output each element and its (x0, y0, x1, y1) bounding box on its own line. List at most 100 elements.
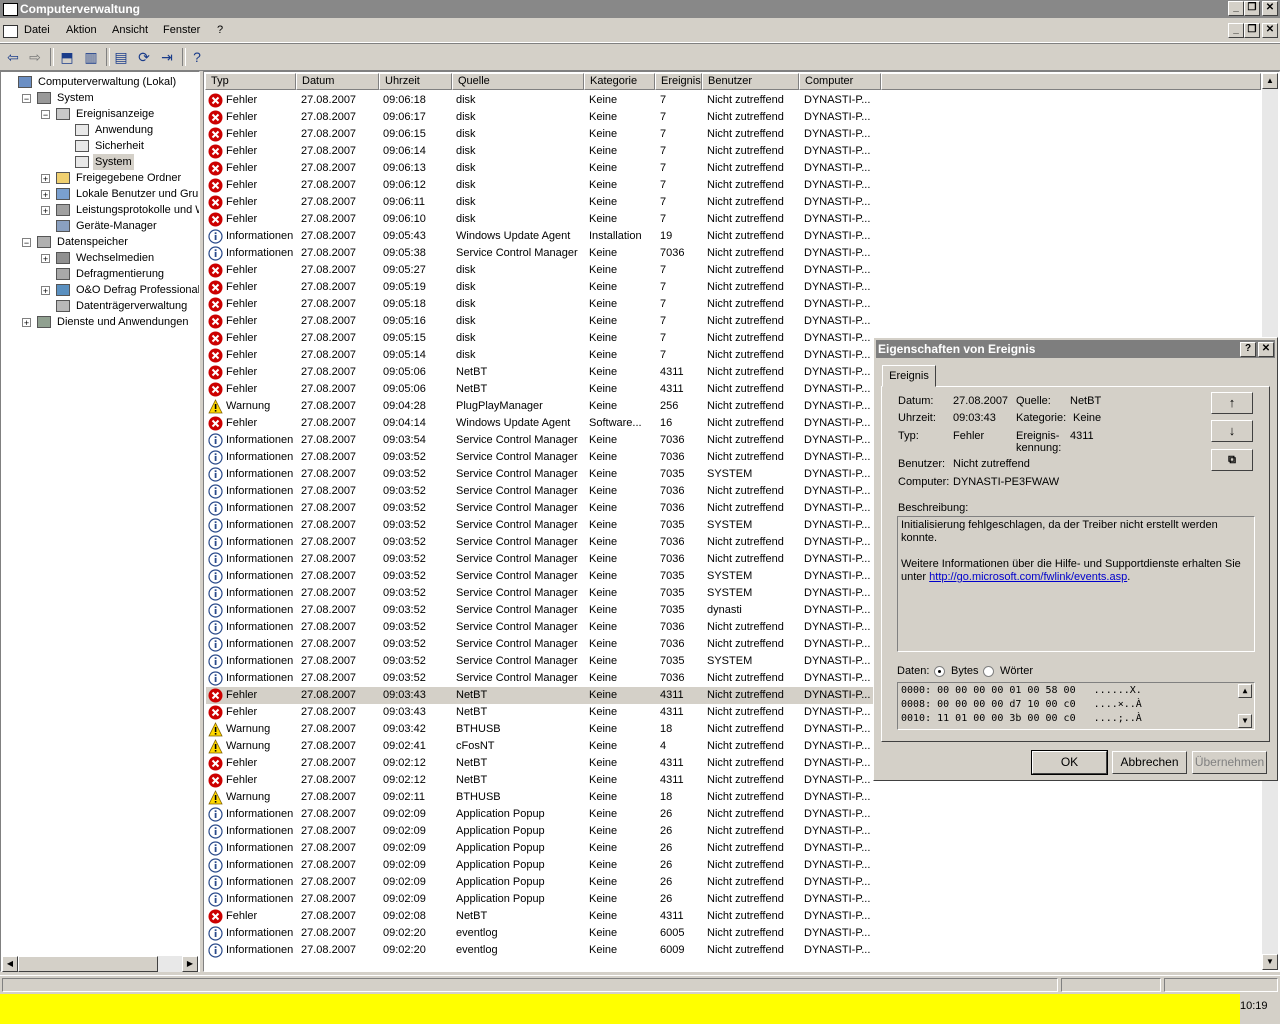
event-row[interactable]: Informationen 27.08.2007 09:02:09 Applicati… (206, 874, 1076, 891)
expand-icon[interactable]: + (41, 206, 50, 216)
column-header-computer[interactable]: Computer (799, 73, 881, 90)
event-row[interactable]: Fehler 27.08.2007 09:06:18 disk Keine 7 Nicht … (206, 92, 1076, 109)
event-row[interactable]: Warnung 27.08.2007 09:02:11 BTHUSB Keine 18 Ni… (206, 789, 1076, 806)
woerter-radio[interactable] (983, 666, 994, 677)
restore-button[interactable]: ❐ (1244, 1, 1260, 16)
tree-item[interactable]: + Lokale Benutzer und Gruppen (1, 186, 199, 202)
minimize-button[interactable]: _ (1228, 1, 1244, 16)
show-hide-tree-icon[interactable]: ▥ (82, 48, 100, 66)
tree-item[interactable]: − Ereignisanzeige (1, 106, 199, 122)
event-row[interactable]: Informationen 27.08.2007 09:02:09 Applicati… (206, 891, 1076, 908)
expand-icon[interactable]: + (22, 318, 31, 328)
expand-icon[interactable]: + (41, 286, 50, 296)
tree-item[interactable]: + Dienste und Anwendungen (1, 314, 199, 330)
tree-item[interactable]: System (1, 154, 199, 170)
event-row[interactable]: Fehler 27.08.2007 09:05:27 disk Keine 7 Nicht … (206, 262, 1076, 279)
child-restore-button[interactable]: ❐ (1244, 23, 1260, 38)
collapse-icon[interactable]: − (22, 94, 31, 104)
tree-item[interactable]: Geräte-Manager (1, 218, 199, 234)
column-header-benutzer[interactable]: Benutzer (702, 73, 799, 90)
tree-item[interactable]: + Freigegebene Ordner (1, 170, 199, 186)
event-row[interactable]: Fehler 27.08.2007 09:02:08 NetBT Keine 4311 Ni… (206, 908, 1076, 925)
event-row[interactable]: Fehler 27.08.2007 09:06:15 disk Keine 7 Nicht … (206, 126, 1076, 143)
event-user: Nicht zutreffend (707, 485, 784, 497)
tree-item[interactable]: Computerverwaltung (Lokal) (1, 74, 199, 90)
menu-help[interactable]: ? (217, 24, 223, 36)
collapse-icon[interactable]: − (41, 110, 50, 120)
scroll-thumb[interactable] (18, 956, 158, 972)
scroll-down-icon[interactable]: ▼ (1262, 954, 1278, 970)
data-scroll-down-icon[interactable]: ▼ (1238, 714, 1252, 728)
forward-icon[interactable]: ⇨ (26, 48, 44, 66)
tree-item[interactable]: − System (1, 90, 199, 106)
child-minimize-button[interactable]: _ (1228, 23, 1244, 38)
cancel-button[interactable]: Abbrechen (1112, 751, 1187, 774)
up-folder-icon[interactable]: ⬒ (58, 48, 76, 66)
event-row[interactable]: Fehler 27.08.2007 09:06:14 disk Keine 7 Nicht … (206, 143, 1076, 160)
column-header-typ[interactable]: Typ (205, 73, 296, 90)
event-row[interactable]: Fehler 27.08.2007 09:06:10 disk Keine 7 Nicht … (206, 211, 1076, 228)
event-row[interactable]: Fehler 27.08.2007 09:05:18 disk Keine 7 Nicht … (206, 296, 1076, 313)
event-row[interactable]: Informationen 27.08.2007 09:02:09 Applicati… (206, 823, 1076, 840)
column-header-datum[interactable]: Datum (296, 73, 379, 90)
dialog-help-button[interactable]: ? (1240, 342, 1256, 357)
tree-item[interactable]: Defragmentierung (1, 266, 199, 282)
previous-event-button[interactable]: ↑ (1211, 392, 1253, 414)
event-row[interactable]: Informationen 27.08.2007 09:05:43 Windows U… (206, 228, 1076, 245)
next-event-button[interactable]: ↓ (1211, 420, 1253, 442)
back-icon[interactable]: ⇦ (4, 48, 22, 66)
menu-fenster[interactable]: Fenster (163, 24, 200, 36)
description-link[interactable]: http://go.microsoft.com/fwlink/events.as… (929, 571, 1127, 583)
collapse-icon[interactable]: − (22, 238, 31, 248)
tree-item[interactable]: Sicherheit (1, 138, 199, 154)
expand-icon[interactable]: + (41, 254, 50, 264)
scroll-up-icon[interactable]: ▲ (1262, 73, 1278, 89)
refresh-icon[interactable]: ⟳ (135, 48, 153, 66)
expand-icon[interactable]: + (41, 174, 50, 184)
tree-item[interactable]: − Datenspeicher (1, 234, 199, 250)
help-icon[interactable]: ? (188, 48, 206, 66)
event-row[interactable]: Fehler 27.08.2007 09:05:16 disk Keine 7 Nicht … (206, 313, 1076, 330)
event-row[interactable]: Informationen 27.08.2007 09:02:09 Applicati… (206, 857, 1076, 874)
tab-ereignis[interactable]: Ereignis (882, 365, 936, 387)
event-user: Nicht zutreffend (707, 145, 784, 157)
properties-icon[interactable]: ▤ (112, 48, 130, 66)
event-row[interactable]: Fehler 27.08.2007 09:06:17 disk Keine 7 Nicht … (206, 109, 1076, 126)
scroll-left-icon[interactable]: ◀ (2, 956, 18, 972)
expand-icon[interactable]: + (41, 190, 50, 200)
tree-item[interactable]: Anwendung (1, 122, 199, 138)
copy-event-button[interactable]: ⧉ (1211, 449, 1253, 471)
column-header-uhrzeit[interactable]: Uhrzeit (379, 73, 452, 90)
event-row[interactable]: Fehler 27.08.2007 09:05:19 disk Keine 7 Nicht … (206, 279, 1076, 296)
tree-item[interactable]: + Leistungsprotokolle und Warnu (1, 202, 199, 218)
close-button[interactable]: ✕ (1262, 1, 1278, 16)
event-row[interactable]: Fehler 27.08.2007 09:06:11 disk Keine 7 Nicht … (206, 194, 1076, 211)
menu-datei[interactable]: Datei (24, 24, 50, 36)
column-header-ereignis[interactable]: Ereignis (655, 73, 702, 90)
data-scroll-up-icon[interactable]: ▲ (1238, 684, 1252, 698)
event-row[interactable]: Informationen 27.08.2007 09:05:38 Service C… (206, 245, 1076, 262)
tree-horizontal-scrollbar[interactable]: ◀ ▶ (2, 956, 198, 972)
data-box[interactable]: 0000: 00 00 00 00 01 00 58 00 ......X. 00… (897, 682, 1255, 730)
export-list-icon[interactable]: ⇥ (158, 48, 176, 66)
event-row[interactable]: Informationen 27.08.2007 09:02:20 eventlog K… (206, 942, 1076, 959)
event-row[interactable]: Fehler 27.08.2007 09:06:13 disk Keine 7 Nicht … (206, 160, 1076, 177)
dialog-close-button[interactable]: ✕ (1258, 342, 1274, 357)
ok-button[interactable]: OK (1031, 750, 1108, 775)
scroll-right-icon[interactable]: ▶ (182, 956, 198, 972)
tree-item[interactable]: Datenträgerverwaltung (1, 298, 199, 314)
child-close-button[interactable]: ✕ (1262, 23, 1278, 38)
event-row[interactable]: Informationen 27.08.2007 09:02:20 eventlog K… (206, 925, 1076, 942)
description-box[interactable]: Initialisierung fehlgeschlagen, da der T… (897, 516, 1255, 652)
menu-ansicht[interactable]: Ansicht (112, 24, 148, 36)
bytes-radio[interactable] (934, 666, 945, 677)
apply-button[interactable]: Übernehmen (1192, 751, 1267, 774)
column-header-quelle[interactable]: Quelle (452, 73, 584, 90)
event-row[interactable]: Informationen 27.08.2007 09:02:09 Applicati… (206, 806, 1076, 823)
column-header-kategorie[interactable]: Kategorie (584, 73, 655, 90)
menu-aktion[interactable]: Aktion (66, 24, 97, 36)
tree-item[interactable]: + O&O Defrag Professional Edi (1, 282, 199, 298)
event-row[interactable]: Informationen 27.08.2007 09:02:09 Applicati… (206, 840, 1076, 857)
tree-item[interactable]: + Wechselmedien (1, 250, 199, 266)
event-row[interactable]: Fehler 27.08.2007 09:06:12 disk Keine 7 Nicht … (206, 177, 1076, 194)
